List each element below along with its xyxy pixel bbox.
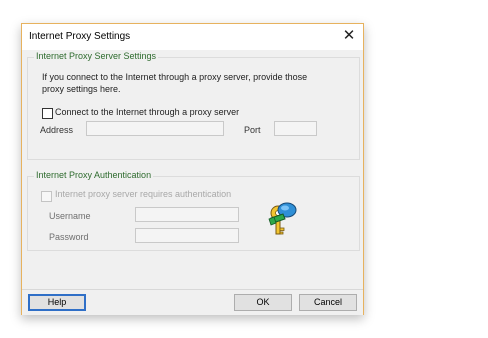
requires-auth-checkbox[interactable]	[41, 191, 52, 202]
password-field[interactable]	[135, 228, 239, 243]
proxy-info-text: If you connect to the Internet through a…	[42, 72, 308, 94]
help-button[interactable]: Help	[28, 294, 86, 311]
proxy-authentication-group: Internet Proxy Authentication Internet p…	[27, 170, 360, 251]
username-field[interactable]	[135, 207, 239, 222]
keys-icon	[268, 202, 297, 235]
port-field[interactable]	[274, 121, 317, 136]
proxy-authentication-heading: Internet Proxy Authentication	[34, 170, 154, 180]
password-label: Password	[49, 232, 89, 242]
close-icon[interactable]: ✕	[341, 27, 357, 43]
title-bar[interactable]: Internet Proxy Settings ✕	[22, 24, 363, 50]
requires-auth-label: Internet proxy server requires authentic…	[55, 189, 232, 199]
ok-button[interactable]: OK	[234, 294, 292, 311]
address-field[interactable]	[86, 121, 224, 136]
connect-proxy-label[interactable]: Connect to the Internet through a proxy …	[55, 107, 239, 117]
address-label: Address	[40, 125, 74, 135]
proxy-settings-dialog: Internet Proxy Settings ✕ Internet Proxy…	[21, 23, 364, 315]
proxy-server-settings-heading: Internet Proxy Server Settings	[34, 51, 159, 61]
proxy-server-settings-group: Internet Proxy Server Settings If you co…	[27, 51, 360, 160]
port-label: Port	[244, 125, 261, 135]
button-bar: Help OK Cancel	[22, 289, 363, 315]
username-label: Username	[49, 211, 91, 221]
dialog-title: Internet Proxy Settings	[29, 31, 131, 42]
cancel-button[interactable]: Cancel	[299, 294, 357, 311]
connect-proxy-checkbox[interactable]	[42, 108, 53, 119]
